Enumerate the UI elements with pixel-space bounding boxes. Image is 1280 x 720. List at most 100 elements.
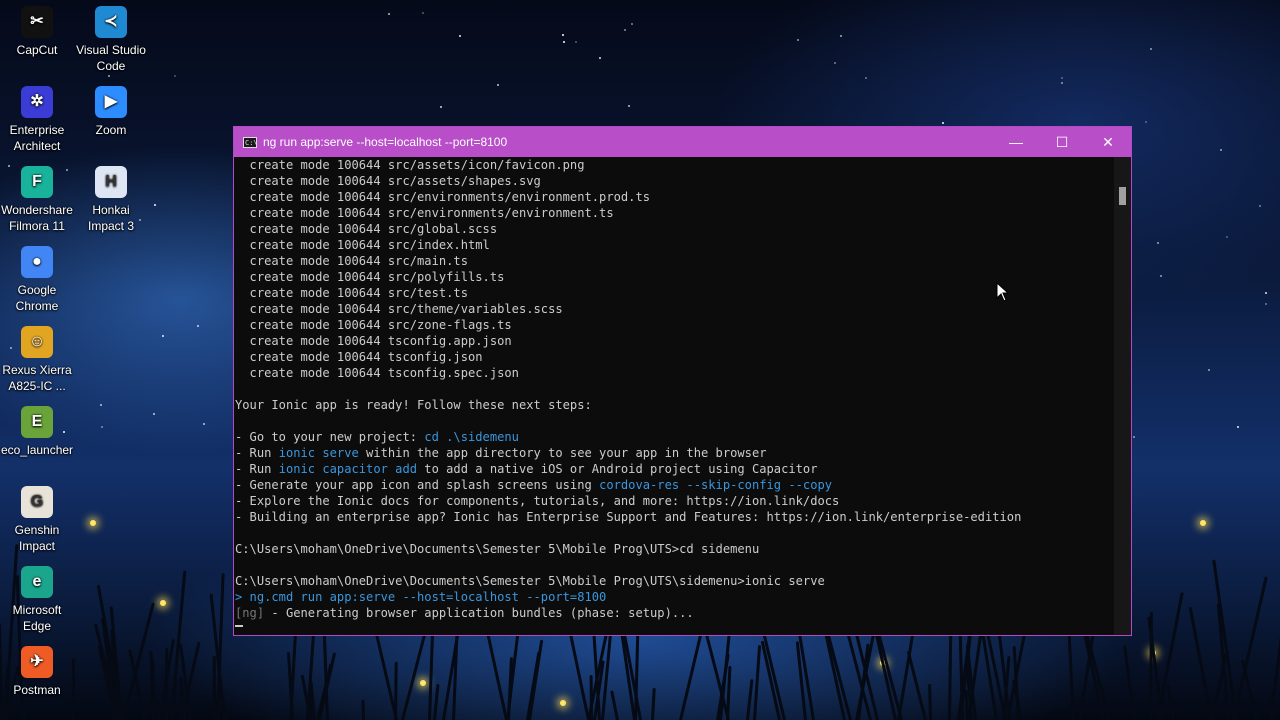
star [865, 77, 867, 79]
console-text: - Go to your new project: [235, 430, 425, 444]
star [1160, 275, 1162, 277]
scrollbar-thumb[interactable] [1119, 187, 1126, 205]
desktop-icon-rexus[interactable]: ☺ Rexus Xierra A825-IC ... [1, 326, 73, 394]
desktop-icon-label: Enterprise Architect [9, 123, 65, 153]
close-button[interactable]: ✕ [1085, 127, 1131, 157]
desktop-icon-genshin[interactable]: G Genshin Impact [1, 486, 73, 554]
desktop-icon-edge[interactable]: e Microsoft Edge [1, 566, 73, 634]
console-line: create mode 100644 src/polyfills.ts [235, 269, 1115, 285]
star [942, 122, 944, 124]
vertical-scrollbar[interactable] [1114, 157, 1131, 635]
star [497, 84, 499, 86]
console-text: to add a native iOS or Android project u… [417, 462, 818, 476]
console-text: - Building an enterprise app? Ionic has … [235, 510, 1022, 524]
desktop-icon-label: Rexus Xierra A825-IC ... [2, 363, 72, 393]
console-line: create mode 100644 tsconfig.spec.json [235, 365, 1115, 381]
star [153, 413, 155, 415]
grass-blade [1149, 611, 1153, 720]
console-line: create mode 100644 tsconfig.app.json [235, 333, 1115, 349]
maximize-button[interactable]: ☐ [1039, 127, 1085, 157]
window-titlebar[interactable]: C:\ ng run app:serve --host=localhost --… [234, 127, 1131, 157]
star [197, 325, 199, 327]
capcut-icon: ✂ [21, 6, 53, 38]
grass-blade [651, 687, 656, 720]
grass-blade [1188, 606, 1213, 720]
star [599, 57, 601, 59]
star [101, 426, 103, 428]
edge-icon: e [21, 566, 53, 598]
star [1150, 48, 1152, 50]
desktop-icon-enterprise-architect[interactable]: ✲ Enterprise Architect [1, 86, 73, 154]
console-command-text: cordova-res --skip-config --copy [599, 478, 833, 492]
console-text: - Run [235, 462, 279, 476]
console-text: create mode 100644 src/assets/icon/favic… [235, 158, 585, 172]
grass-blade [212, 655, 216, 720]
firefly [90, 520, 96, 526]
desktop-icon-honkai[interactable]: H Honkai Impact 3 [75, 166, 147, 234]
console-text: - Generating browser application bundles… [264, 606, 694, 620]
console-line: - Run ionic capacitor add to add a nativ… [235, 461, 1115, 477]
star [1259, 205, 1261, 207]
console-text: create mode 100644 src/environments/envi… [235, 190, 651, 204]
firefly [420, 680, 426, 686]
filmora-icon: F [21, 166, 53, 198]
console-text: create mode 100644 tsconfig.json [235, 350, 483, 364]
console-line: - Building an enterprise app? Ionic has … [235, 509, 1115, 525]
console-line: - Generate your app icon and splash scre… [235, 477, 1115, 493]
desktop-icon-eco-launcher[interactable]: Eeco_launcher [1, 406, 73, 458]
desktop-icon-label: Microsoft Edge [12, 603, 62, 633]
desktop-wallpaper: ✂ CapCut ≺ Visual Studio Code ✲ Enterprise Ar… [0, 0, 1280, 720]
firefly [560, 700, 566, 706]
window-title: ng run app:serve --host=localhost --port… [263, 135, 508, 149]
star [154, 204, 156, 206]
grass-blade [528, 639, 544, 720]
desktop-icon-chrome[interactable]: ● Google Chrome [1, 246, 73, 314]
grass-blade [433, 684, 440, 720]
star [1265, 303, 1267, 305]
minimize-button[interactable]: — [993, 127, 1039, 157]
postman-icon: ✈ [21, 646, 53, 678]
console-text: create mode 100644 src/zone-flags.ts [235, 318, 512, 332]
zoom-icon: ▶ [95, 86, 127, 118]
star [631, 23, 633, 25]
desktop-icon-label: Zoom [95, 123, 127, 137]
console-text: within the app directory to see your app… [358, 446, 767, 460]
desktop-icon-postman[interactable]: ✈ Postman [1, 646, 73, 698]
console-line: - Explore the Ionic docs for components,… [235, 493, 1115, 509]
console-line: create mode 100644 src/environments/envi… [235, 205, 1115, 221]
star [628, 105, 630, 107]
console-command-text: cd .\sidemenu [424, 430, 519, 444]
star [562, 34, 564, 36]
genshin-icon: G [21, 486, 53, 518]
console-line: C:\Users\moham\OneDrive\Documents\Semest… [235, 573, 1115, 589]
star [575, 41, 577, 43]
console-line: create mode 100644 src/assets/icon/favic… [235, 157, 1115, 173]
mouse-pointer-icon [996, 282, 1010, 302]
console-text: - Generate your app icon and splash scre… [235, 478, 600, 492]
console-command-text: ionic capacitor add [278, 462, 418, 476]
command-prompt-icon: C:\ [243, 136, 258, 148]
star [1061, 77, 1063, 79]
star [834, 62, 836, 64]
grass-blade [822, 623, 846, 720]
console-output[interactable]: create mode 100644 src/assets/icon/favic… [234, 157, 1115, 635]
star [108, 75, 110, 77]
terminal-window[interactable]: C:\ ng run app:serve --host=localhost --… [233, 126, 1132, 636]
desktop-icon-zoom[interactable]: ▶ Zoom [75, 86, 147, 138]
star [174, 75, 176, 77]
text-cursor [235, 625, 243, 627]
console-text: Your Ionic app is ready! Follow these ne… [235, 398, 592, 412]
grass-blade [610, 690, 619, 720]
chrome-icon: ● [21, 246, 53, 278]
desktop-icon-filmora[interactable]: F Wondershare Filmora 11 [1, 166, 73, 234]
star [162, 335, 164, 337]
console-text: [ng] [235, 606, 265, 620]
desktop-icon-vscode[interactable]: ≺ Visual Studio Code [75, 6, 147, 74]
desktop-icon-label: Google Chrome [15, 283, 59, 313]
star [1220, 149, 1222, 151]
desktop-icon-label: Genshin Impact [14, 523, 60, 553]
desktop-icon-capcut[interactable]: ✂ CapCut [1, 6, 73, 58]
desktop-icon-label: Postman [13, 683, 61, 697]
